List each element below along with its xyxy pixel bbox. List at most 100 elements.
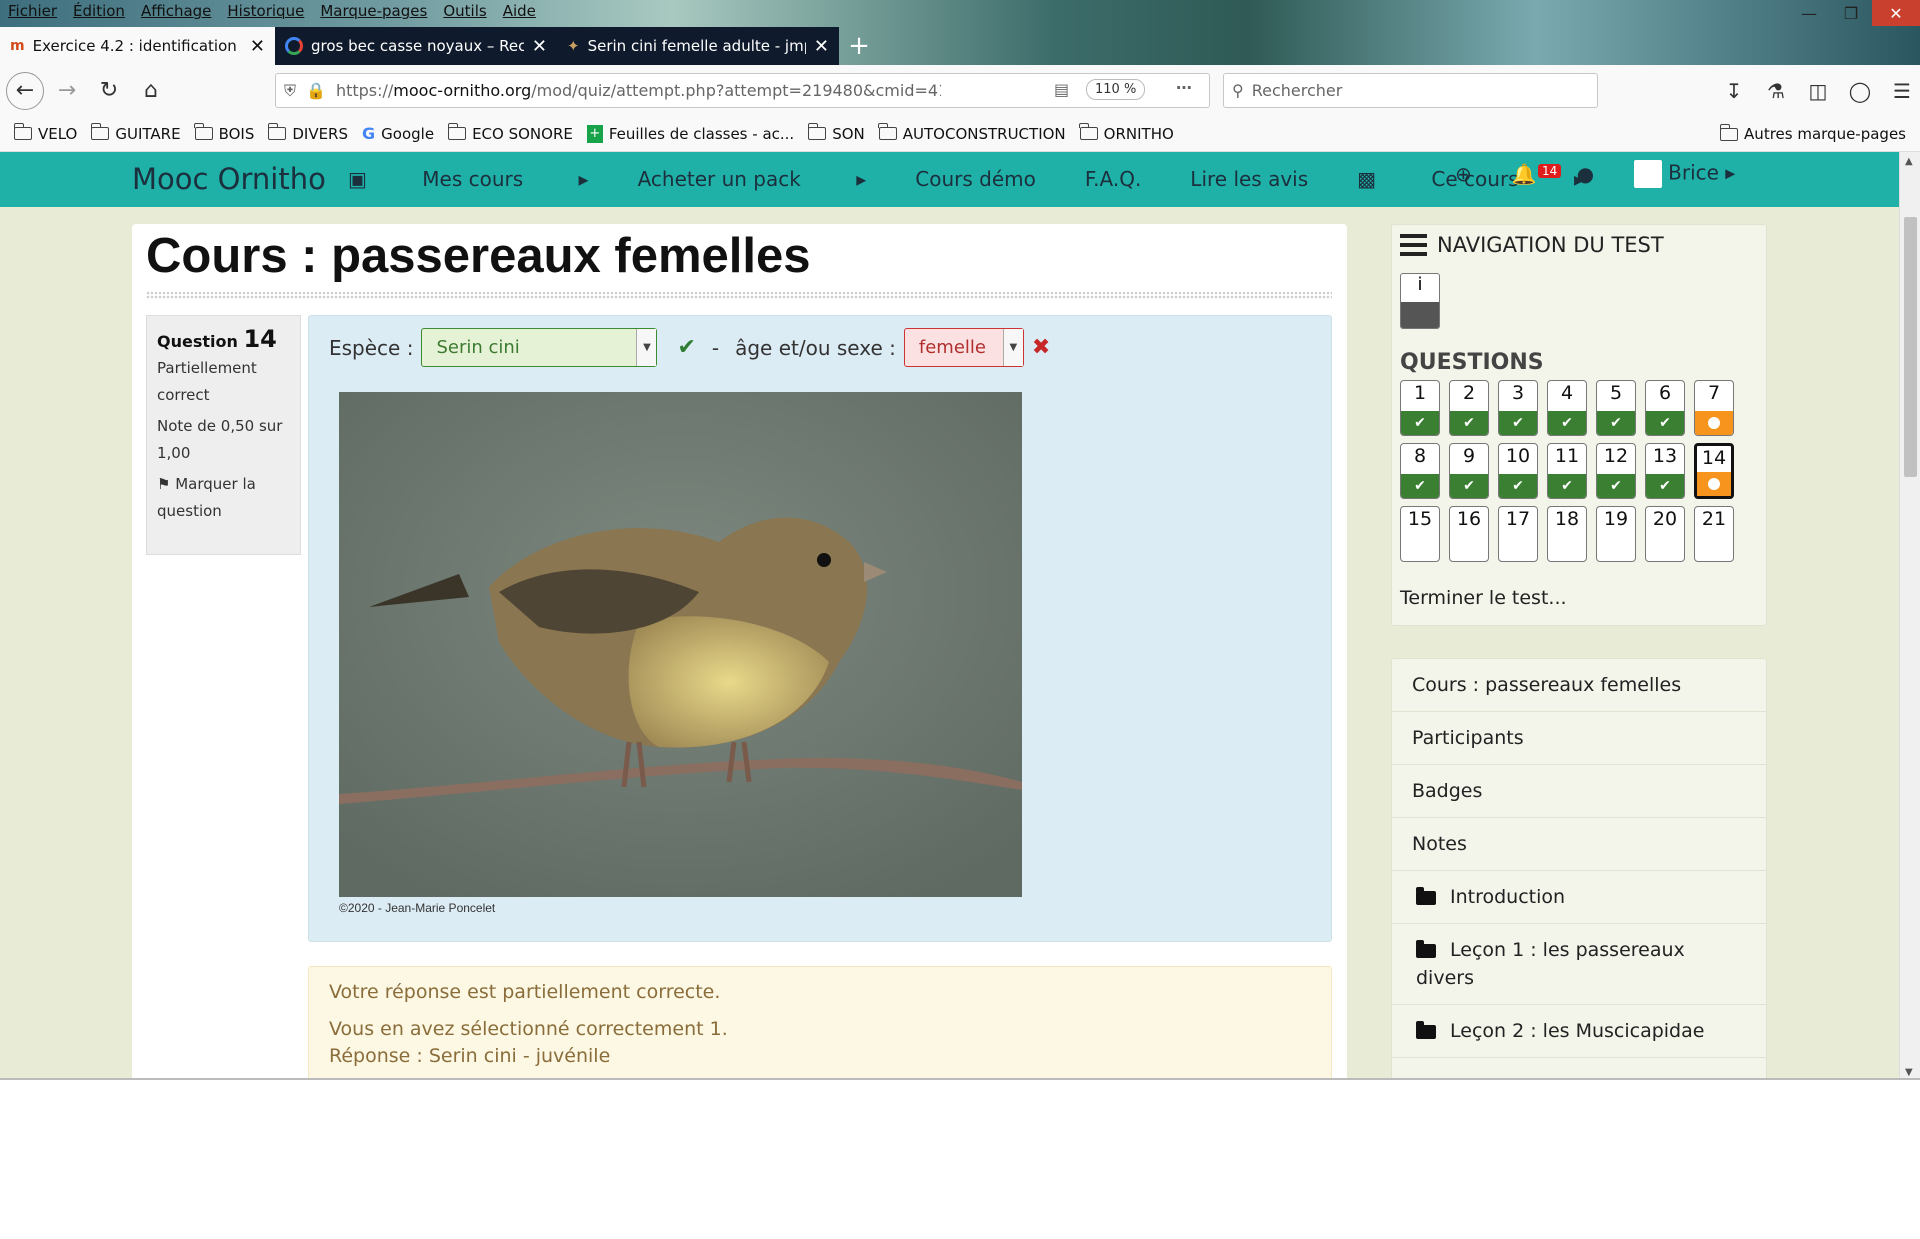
folder-icon [1416, 1020, 1436, 1039]
lock-icon[interactable]: 🔒 [306, 81, 326, 100]
site-brand[interactable]: Mooc Ornitho [132, 162, 326, 196]
bookmark-autoconstruction[interactable]: AUTOCONSTRUCTION [878, 123, 1066, 143]
tab-serin-cini[interactable]: ✦ Serin cini femelle adulte - jmpo ✕ [557, 27, 839, 65]
maximize-icon[interactable]: ❐ [1830, 0, 1872, 26]
finish-test-link[interactable]: Terminer le test... [1400, 587, 1567, 609]
page-actions-icon[interactable]: ⋯ [1176, 78, 1192, 97]
question-button-19[interactable]: 19 [1596, 506, 1636, 562]
bookmark-velo[interactable]: VELO [13, 123, 77, 143]
question-button-20[interactable]: 20 [1645, 506, 1685, 562]
species-select[interactable]: Serin cini ▼ [421, 328, 658, 367]
bookmark-son[interactable]: SON [807, 123, 865, 143]
question-button-1[interactable]: 1 ✔ [1400, 380, 1440, 436]
library-icon[interactable]: ⚗ [1758, 73, 1794, 109]
sidebar-icon[interactable]: ◫ [1800, 73, 1836, 109]
question-button-7[interactable]: 7 [1694, 380, 1734, 436]
zoom-level[interactable]: 110 % [1086, 79, 1146, 100]
question-button-18[interactable]: 18 [1547, 506, 1587, 562]
course-nav-item[interactable]: Notes [1392, 818, 1766, 871]
bookmark-label: Google [381, 124, 435, 143]
course-nav-item[interactable]: Cours : passereaux femelles [1392, 659, 1766, 712]
account-icon[interactable]: ◯ [1842, 73, 1878, 109]
menu-historique[interactable]: Historique [219, 0, 312, 24]
bookmark-divers[interactable]: DIVERS [267, 123, 348, 143]
check-icon: ✔ [1646, 411, 1684, 435]
scrollbar-thumb[interactable] [1904, 217, 1917, 477]
folder-icon [447, 123, 467, 140]
nav-lire-avis[interactable]: Lire les avis [1190, 167, 1308, 191]
question-button-11[interactable]: 11 ✔ [1547, 443, 1587, 499]
nav-mes-cours[interactable]: ▣ Mes cours ▸ [348, 167, 589, 191]
tab-google-search[interactable]: gros bec casse noyaux – Recherche ✕ [275, 27, 557, 65]
question-button-16[interactable]: 16 [1449, 506, 1489, 562]
question-button-17[interactable]: 17 [1498, 506, 1538, 562]
download-circle-icon[interactable]: ⊕ [1455, 162, 1472, 186]
hamburger-menu-icon[interactable]: ☰ [1884, 73, 1920, 109]
question-button-14[interactable]: 14 [1694, 443, 1734, 499]
info-button[interactable]: i [1400, 273, 1440, 329]
bookmark-eco-sonore[interactable]: ECO SONORE [447, 123, 573, 143]
question-button-8[interactable]: 8 ✔ [1400, 443, 1440, 499]
nav-acheter-pack[interactable]: Acheter un pack ▸ [638, 167, 867, 191]
course-nav-item[interactable]: Leçon 1 : les passereaux divers [1392, 924, 1766, 1005]
course-nav-item[interactable]: Badges [1392, 765, 1766, 818]
tab-exercice[interactable]: m Exercice 4.2 : identification ✕ [0, 27, 275, 65]
bookmark-ornitho[interactable]: ORNITHO [1079, 123, 1174, 143]
window-bottom-edge [0, 1078, 1920, 1080]
course-nav-item[interactable]: Introduction [1392, 871, 1766, 924]
reload-icon[interactable]: ↻ [90, 72, 128, 110]
bell-icon[interactable]: 🔔 [1512, 162, 1537, 186]
tab-close-icon[interactable]: ✕ [532, 36, 547, 57]
question-button-3[interactable]: 3 ✔ [1498, 380, 1538, 436]
menu-edition[interactable]: Édition [65, 0, 133, 24]
user-menu[interactable]: Brice ▸ [1634, 160, 1735, 188]
bookmark-google[interactable]: G Google [362, 124, 434, 143]
question-button-10[interactable]: 10 ✔ [1498, 443, 1538, 499]
flag-question[interactable]: ⚑ Marquer la question [157, 471, 290, 525]
shield-icon[interactable]: ⛨ [284, 81, 296, 101]
main-region: Cours : passereaux femelles Question 14 … [132, 224, 1347, 1080]
menu-fichier[interactable]: Fichier [0, 0, 65, 24]
home-icon[interactable]: ⌂ [132, 72, 170, 110]
hamburger-icon[interactable] [1400, 234, 1427, 256]
question-button-15[interactable]: 15 [1400, 506, 1440, 562]
question-button-2[interactable]: 2 ✔ [1449, 380, 1489, 436]
nav-faq[interactable]: F.A.Q. [1085, 167, 1141, 191]
minimize-icon[interactable]: — [1788, 0, 1830, 26]
url-bar[interactable]: ⛨ 🔒 https://mooc-ornitho.org/mod/quiz/at… [275, 73, 1210, 108]
search-input[interactable]: ⚲ Rechercher [1223, 73, 1598, 108]
agesex-select[interactable]: femelle ▼ [903, 328, 1024, 367]
other-bookmarks[interactable]: Autres marque-pages [1719, 116, 1906, 152]
course-nav-label: Notes [1412, 833, 1467, 855]
question-button-5[interactable]: 5 ✔ [1596, 380, 1636, 436]
bookmark-bois[interactable]: BOIS [194, 123, 254, 143]
bookmark-feuilles[interactable]: + Feuilles de classes - ac... [586, 124, 794, 143]
course-nav-item[interactable]: Leçon 2 : les Muscicapidae [1392, 1005, 1766, 1058]
scroll-up-icon[interactable]: ▲ [1905, 156, 1913, 167]
close-icon[interactable]: ✕ [1872, 0, 1920, 26]
tab-close-icon[interactable]: ✕ [814, 36, 829, 57]
reader-view-icon[interactable]: ▤ [1054, 80, 1069, 99]
scroll-down-icon[interactable]: ▼ [1905, 1067, 1913, 1078]
question-button-12[interactable]: 12 ✔ [1596, 443, 1636, 499]
menu-affichage[interactable]: Affichage [133, 0, 219, 24]
chat-icon[interactable]: ● [1577, 162, 1594, 186]
new-tab-icon[interactable]: + [839, 27, 879, 65]
question-button-4[interactable]: 4 ✔ [1547, 380, 1587, 436]
back-arrow-icon[interactable]: ← [6, 71, 44, 110]
question-button-21[interactable]: 21 [1694, 506, 1734, 562]
menu-outils[interactable]: Outils [435, 0, 494, 24]
download-icon[interactable]: ↧ [1716, 73, 1752, 109]
question-button-13[interactable]: 13 ✔ [1645, 443, 1685, 499]
menu-marque-pages[interactable]: Marque-pages [312, 0, 435, 24]
bookmark-guitare[interactable]: GUITARE [90, 123, 181, 143]
scrollbar[interactable]: ▲ ▼ [1899, 152, 1920, 1080]
course-nav-item[interactable]: Participants [1392, 712, 1766, 765]
forward-arrow-icon[interactable]: → [48, 72, 86, 110]
cross-icon: ✖ [1031, 335, 1051, 360]
question-button-6[interactable]: 6 ✔ [1645, 380, 1685, 436]
nav-cours-demo[interactable]: Cours démo [915, 167, 1036, 191]
question-button-9[interactable]: 9 ✔ [1449, 443, 1489, 499]
menu-aide[interactable]: Aide [495, 0, 544, 24]
tab-close-icon[interactable]: ✕ [250, 36, 265, 57]
